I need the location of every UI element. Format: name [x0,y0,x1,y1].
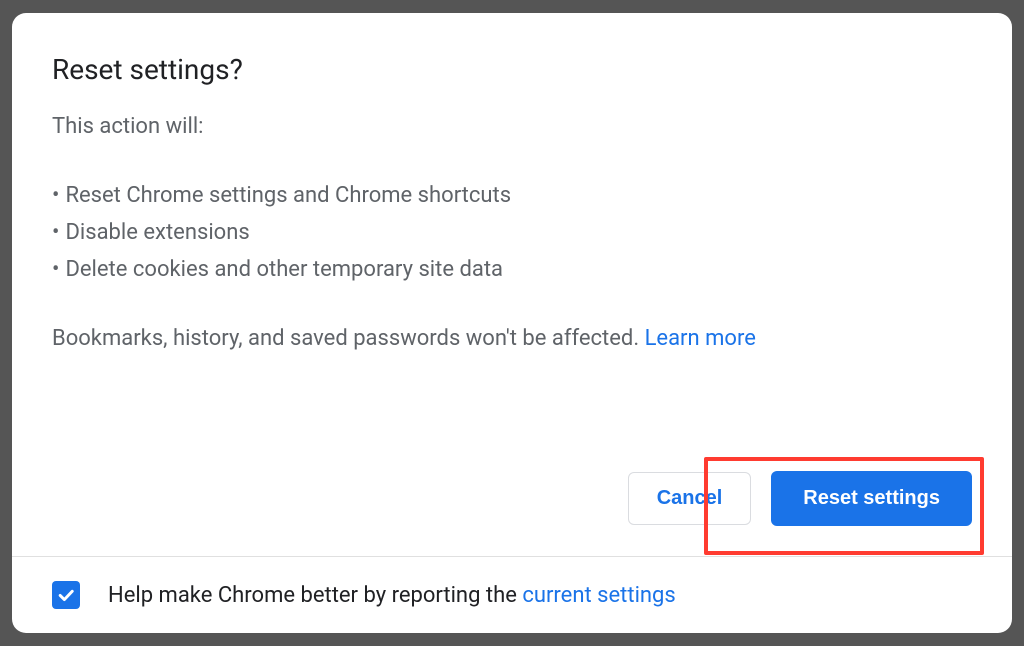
check-icon [56,585,76,605]
reset-settings-dialog: Reset settings? This action will: •Reset… [12,13,1012,633]
report-checkbox[interactable] [52,581,80,609]
bullet-dot: • [52,257,59,282]
bullet-text: Reset Chrome settings and Chrome shortcu… [65,183,511,208]
dialog-note: Bookmarks, history, and saved passwords … [52,326,972,351]
footer-text: Help make Chrome better by reporting the… [108,583,676,608]
learn-more-link[interactable]: Learn more [645,326,756,351]
bullet-item: •Reset Chrome settings and Chrome shortc… [52,183,972,208]
reset-settings-button[interactable]: Reset settings [771,471,972,526]
note-text: Bookmarks, history, and saved passwords … [52,326,645,351]
bullet-item: •Delete cookies and other temporary site… [52,257,972,282]
bullet-text: Delete cookies and other temporary site … [65,257,503,282]
bullet-list: •Reset Chrome settings and Chrome shortc… [52,183,972,282]
footer-text-prefix: Help make Chrome better by reporting the [108,583,522,608]
cancel-button[interactable]: Cancel [628,472,752,525]
bullet-dot: • [52,220,59,245]
bullet-dot: • [52,183,59,208]
bullet-item: •Disable extensions [52,220,972,245]
bullet-text: Disable extensions [65,220,249,245]
dialog-title: Reset settings? [52,53,972,86]
dialog-footer: Help make Chrome better by reporting the… [52,557,972,633]
dialog-actions: Cancel Reset settings [52,471,972,526]
dialog-intro: This action will: [52,114,972,139]
current-settings-link[interactable]: current settings [522,583,675,608]
